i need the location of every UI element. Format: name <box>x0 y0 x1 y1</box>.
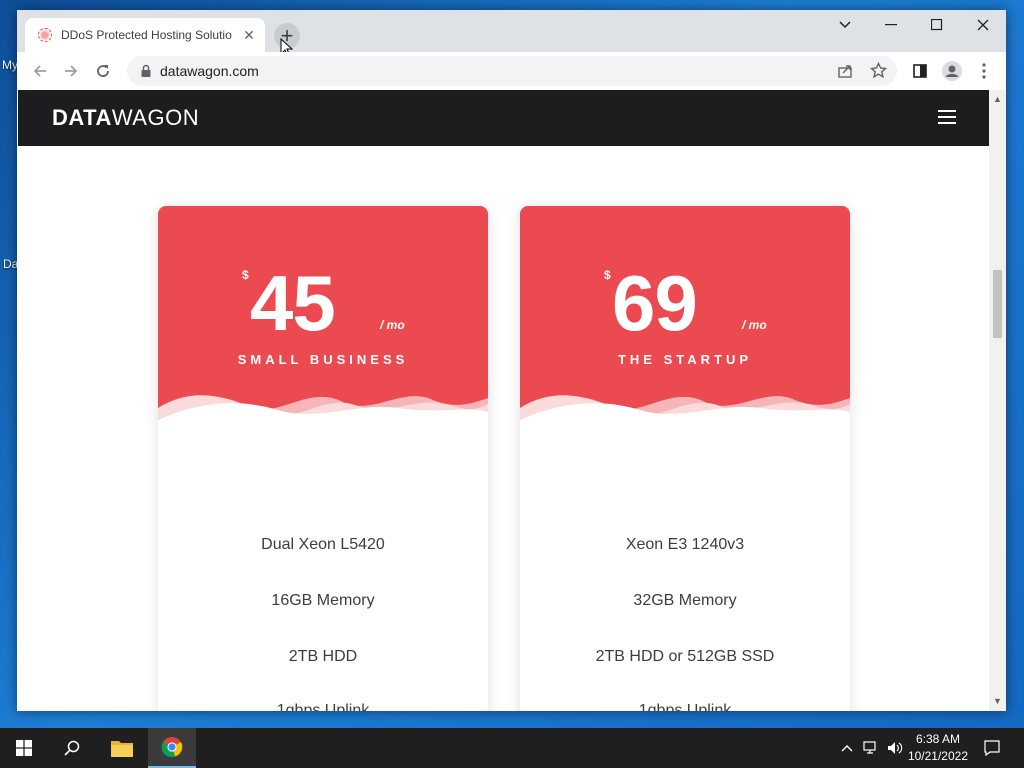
start-windows-icon[interactable] <box>0 728 48 768</box>
volume-icon[interactable] <box>884 728 906 768</box>
plan-name: THE STARTUP <box>617 352 753 367</box>
side-panel-icon[interactable] <box>905 56 935 86</box>
tab-search-icon[interactable] <box>822 10 868 40</box>
close-tab-icon[interactable]: ✕ <box>241 27 257 43</box>
minimize-button[interactable] <box>868 10 914 40</box>
logo-light-text: WAGON <box>111 105 200 130</box>
plan-feature: Xeon E3 1240v3 <box>625 536 745 553</box>
notifications-icon[interactable] <box>978 728 1006 768</box>
currency-symbol: $ <box>604 268 611 282</box>
forward-button[interactable] <box>56 56 86 86</box>
plan-feature: 16GB Memory <box>271 592 375 609</box>
pricing-card-header: $ 45 / mo SMALL BUSINESS <box>158 206 488 426</box>
desktop-icon-label[interactable]: My <box>2 58 18 72</box>
chrome-taskbar-icon[interactable] <box>148 728 196 768</box>
clock-date: 10/21/2022 <box>907 749 968 763</box>
price-period: / mo <box>742 318 767 332</box>
pricing-card-header: $ 69 / mo THE STARTUP <box>520 206 850 426</box>
clock-time: 6:38 AM <box>915 732 960 746</box>
url-text[interactable]: datawagon.com <box>160 63 259 79</box>
scrollbar-thumb[interactable] <box>993 270 1002 338</box>
scroll-up-arrow-icon[interactable]: ▲ <box>993 94 1002 104</box>
plan-feature: 32GB Memory <box>633 592 737 609</box>
currency-symbol: $ <box>242 268 249 282</box>
browser-menu-icon[interactable] <box>969 56 999 86</box>
plan-feature: 1gbps Uplink <box>276 702 370 711</box>
reload-button[interactable] <box>88 56 118 86</box>
pricing-card: $ 45 / mo SMALL BUSINESS Dual Xeon L5420… <box>158 206 488 711</box>
bookmark-star-icon[interactable] <box>870 62 887 79</box>
lock-icon[interactable] <box>139 64 153 78</box>
network-icon[interactable] <box>860 728 882 768</box>
page-scrollbar[interactable]: ▲ ▼ <box>989 90 1006 711</box>
logo-bold-text: DATA <box>52 105 112 130</box>
browser-window: DDoS Protected Hosting Solutio ✕ + dataw… <box>17 10 1006 711</box>
tab-title: DDoS Protected Hosting Solutio <box>61 28 232 42</box>
price-period: / mo <box>380 318 405 332</box>
share-icon[interactable] <box>837 63 853 79</box>
browser-tab[interactable]: DDoS Protected Hosting Solutio ✕ <box>25 18 265 52</box>
profile-avatar-icon[interactable] <box>937 56 967 86</box>
plan-price: 45 <box>250 259 336 347</box>
close-window-button[interactable] <box>960 10 1006 40</box>
site-header: DATAWAGON <box>18 90 989 146</box>
plan-feature: 2TB HDD <box>288 648 358 665</box>
web-page: DATAWAGON $ 45 / mo SMALL BUSINESS Dual … <box>18 90 989 711</box>
site-logo[interactable]: DATAWAGON <box>52 105 199 131</box>
pricing-card: $ 69 / mo THE STARTUP Xeon E3 1240v3 32G… <box>520 206 850 711</box>
file-explorer-icon[interactable] <box>98 728 146 768</box>
back-button[interactable] <box>25 56 55 86</box>
plan-feature: 2TB HDD or 512GB SSD <box>595 648 775 665</box>
site-favicon-icon <box>37 27 53 43</box>
tab-strip: DDoS Protected Hosting Solutio ✕ + <box>17 10 1006 58</box>
address-bar[interactable]: datawagon.com <box>127 56 897 86</box>
show-hidden-icons-icon[interactable] <box>838 728 856 768</box>
hamburger-menu-icon[interactable] <box>938 110 956 124</box>
system-clock[interactable]: 6:38 AM 10/21/2022 <box>908 731 968 765</box>
search-icon[interactable] <box>48 728 96 768</box>
plan-feature: Dual Xeon L5420 <box>261 536 385 553</box>
plan-name: SMALL BUSINESS <box>237 352 409 367</box>
plan-price: 69 <box>612 259 698 347</box>
scroll-down-arrow-icon[interactable]: ▼ <box>993 696 1002 706</box>
taskbar: 6:38 AM 10/21/2022 <box>0 728 1024 768</box>
browser-toolbar: datawagon.com <box>17 52 1006 91</box>
maximize-button[interactable] <box>914 10 960 40</box>
plan-feature: 1gbps Uplink <box>638 702 732 711</box>
